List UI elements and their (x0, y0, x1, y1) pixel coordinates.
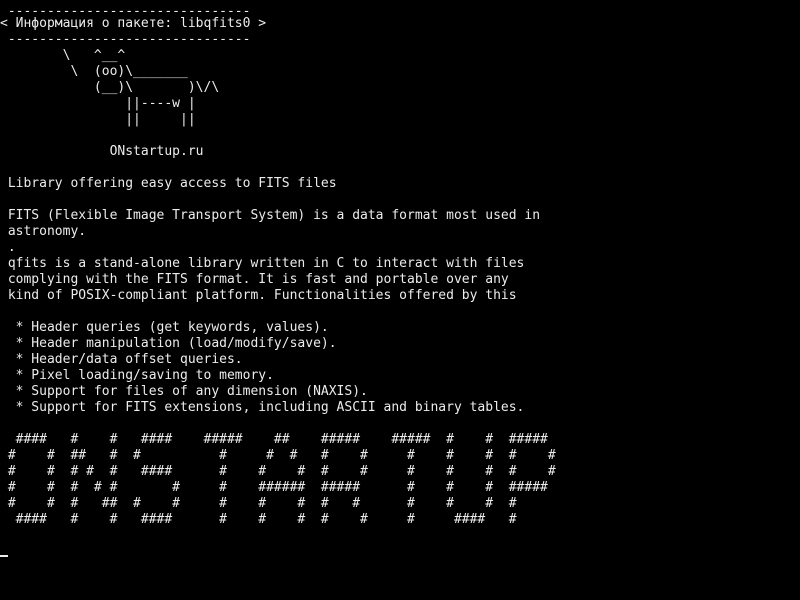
banner-art-line-5: # # # ## # # # # # # # # # # # (0, 496, 517, 511)
cow-art-line-1: \ ^__^ (0, 48, 126, 63)
cowsay-bubble-text: < Информация о пакете: libqfits0 > (0, 16, 267, 31)
site-signature: ONstartup.ru (0, 144, 204, 159)
description-line-2: astronomy. (0, 224, 87, 239)
cow-art-line-2: \ (oo)\_______ (0, 64, 188, 79)
cow-art-line-5: || || (0, 112, 196, 127)
package-summary: Library offering easy access to FITS fil… (0, 176, 337, 191)
feature-list-item: * Support for FITS extensions, including… (0, 400, 525, 415)
feature-list-item: * Pixel loading/saving to memory. (0, 368, 274, 383)
banner-art-line-6: #### # # #### # # # # # # #### # (0, 512, 517, 527)
feature-list-item: * Header/data offset queries. (0, 352, 243, 367)
banner-art-line-3: # # # # # #### # # # # # # # # # # (0, 464, 556, 479)
description-separator: . (0, 240, 16, 255)
banner-art-line-1: #### # # #### ##### ## ##### ##### # # #… (0, 432, 548, 447)
cow-art-line-3: (__)\ )\/\ (0, 80, 220, 95)
description-line-3: qfits is a stand-alone library written i… (0, 256, 525, 271)
banner-art-line-4: # # # # # # # ###### ##### # # # ##### (0, 480, 548, 495)
feature-list-item: * Support for files of any dimension (NA… (0, 384, 368, 399)
cow-art-line-4: ||----w | (0, 96, 196, 111)
description-line-1: FITS (Flexible Image Transport System) i… (0, 208, 541, 223)
description-line-4: complying with the FITS format. It is fa… (0, 272, 509, 287)
cowsay-border-bottom: ------------------------------- (0, 32, 251, 47)
feature-list-item: * Header queries (get keywords, values). (0, 320, 329, 335)
description-line-5: kind of POSIX-compliant platform. Functi… (0, 288, 517, 303)
terminal-screen: ------------------------------- < Информ… (0, 0, 800, 600)
banner-art-line-2: # # ## # # # # # # # # # # # # (0, 448, 556, 463)
feature-list-item: * Header manipulation (load/modify/save)… (0, 336, 337, 351)
text-cursor[interactable] (0, 555, 8, 557)
